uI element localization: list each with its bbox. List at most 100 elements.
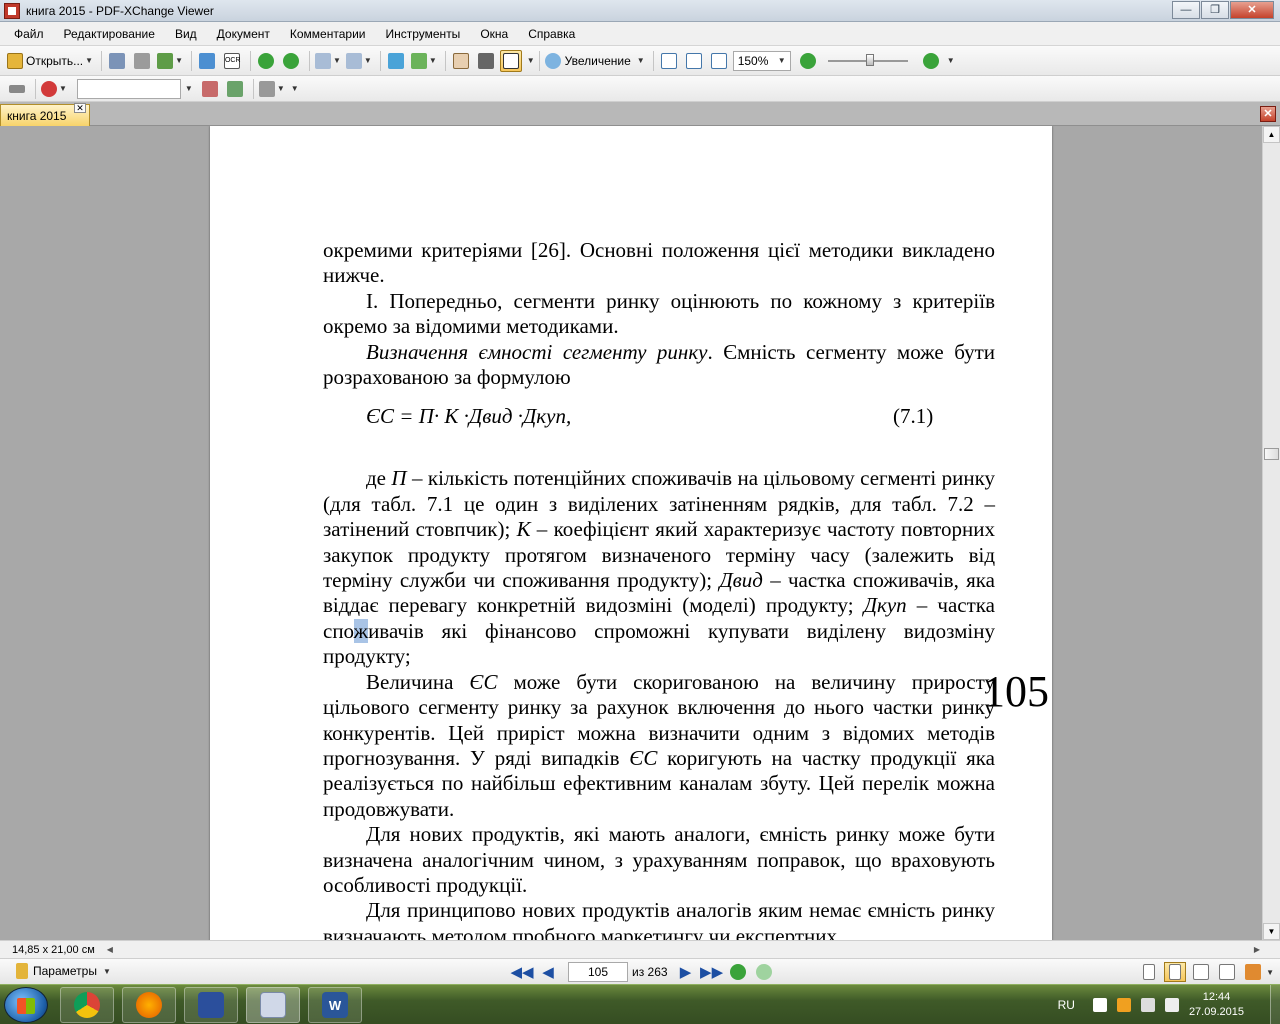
clock[interactable]: 12:44 27.09.2015 xyxy=(1189,990,1244,1020)
chevron-down-icon[interactable]: ▼ xyxy=(291,84,299,93)
zoom-slider[interactable] xyxy=(827,53,908,66)
next-page-button[interactable]: ▶ xyxy=(676,962,696,982)
taskbar-pdf-xchange[interactable] xyxy=(246,987,300,1023)
toolbar-separator xyxy=(379,50,381,71)
page-layout-button[interactable]: ▼ xyxy=(410,50,438,72)
find-next-button[interactable] xyxy=(224,78,246,100)
zoom-slider-thumb[interactable] xyxy=(865,53,874,66)
scroll-up-icon[interactable]: ▲ xyxy=(1263,126,1280,143)
warning-icon[interactable] xyxy=(1116,998,1131,1012)
fit-width-button[interactable] xyxy=(708,50,730,72)
comments-button[interactable] xyxy=(1242,962,1264,982)
pages-icon xyxy=(410,52,427,69)
document-info-icon xyxy=(198,52,215,69)
zoom-in-button[interactable] xyxy=(920,50,942,72)
minimize-button[interactable]: — xyxy=(1172,1,1200,19)
undo-button[interactable]: ▼ xyxy=(314,50,342,72)
forward-button[interactable] xyxy=(280,50,302,72)
maximize-button[interactable]: ❐ xyxy=(1201,1,1229,19)
scroll-left-icon[interactable]: ◀ xyxy=(107,945,113,954)
chevron-down-icon[interactable]: ▼ xyxy=(185,84,193,93)
scrollbar-thumb[interactable] xyxy=(1264,448,1279,460)
menu-file[interactable]: Файл xyxy=(4,27,54,41)
save-button[interactable] xyxy=(106,50,128,72)
rotate-view-button[interactable] xyxy=(385,50,407,72)
show-desktop-button[interactable] xyxy=(1270,985,1280,1024)
previous-view-button[interactable] xyxy=(728,962,748,982)
redo-button[interactable]: ▼ xyxy=(345,50,373,72)
document-properties-button[interactable] xyxy=(196,50,218,72)
back-button[interactable] xyxy=(255,50,277,72)
menu-windows[interactable]: Окна xyxy=(470,27,518,41)
network-icon[interactable] xyxy=(1140,998,1155,1012)
print-button[interactable] xyxy=(131,50,153,72)
ocr-button[interactable]: OCR xyxy=(221,50,243,72)
redo-icon xyxy=(345,52,362,69)
current-page-input[interactable]: 105 xyxy=(568,962,628,982)
chevron-down-icon: ▼ xyxy=(332,56,341,65)
window-controls: — ❐ ✕ xyxy=(1171,1,1274,19)
chevron-down-icon[interactable]: ▼ xyxy=(947,56,955,65)
scroll-down-icon[interactable]: ▼ xyxy=(1263,923,1280,940)
next-view-button[interactable] xyxy=(754,962,774,982)
search-options-button[interactable]: ▼ xyxy=(258,78,286,100)
chevron-down-icon: ▼ xyxy=(777,56,786,65)
first-page-button[interactable]: ◀◀ xyxy=(510,962,533,982)
menu-bar: Файл Редактирование Вид Документ Коммент… xyxy=(0,22,1280,46)
last-page-icon: ▶▶ xyxy=(700,964,724,981)
export-button[interactable]: ▼ xyxy=(156,50,184,72)
text-selection-highlight[interactable]: ж xyxy=(353,618,369,643)
continuous-facing-view-button[interactable] xyxy=(1216,962,1238,982)
page-text: окремими критеріями [26]. Основні положе… xyxy=(323,238,995,940)
pdf-xchange-app-icon[interactable] xyxy=(4,2,20,19)
zoom-out-button[interactable] xyxy=(797,50,819,72)
find-button[interactable]: ▼ xyxy=(40,78,68,100)
links-button[interactable] xyxy=(6,78,28,100)
search-options-icon xyxy=(258,80,275,97)
fit-page-button[interactable] xyxy=(683,50,705,72)
language-indicator[interactable]: RU xyxy=(1058,998,1075,1012)
search-input[interactable] xyxy=(76,78,181,99)
menu-help[interactable]: Справка xyxy=(518,27,585,41)
menu-document[interactable]: Документ xyxy=(207,27,280,41)
word-icon: W xyxy=(322,992,348,1018)
select-text-tool-button[interactable] xyxy=(499,49,522,72)
taskbar-firefox[interactable] xyxy=(122,987,176,1023)
previous-page-button[interactable]: ◀ xyxy=(538,962,558,982)
start-button[interactable] xyxy=(4,987,48,1023)
find-previous-button[interactable] xyxy=(199,78,221,100)
open-button[interactable]: Открыть... ▼ xyxy=(6,50,94,72)
snapshot-tool-button[interactable] xyxy=(475,50,497,72)
speaker-icon[interactable] xyxy=(1164,998,1179,1012)
taskbar-chrome[interactable] xyxy=(60,987,114,1023)
menu-edit[interactable]: Редактирование xyxy=(54,27,165,41)
chevron-down-icon[interactable]: ▼ xyxy=(1266,968,1274,982)
menu-comments[interactable]: Комментарии xyxy=(280,27,376,41)
menu-tools[interactable]: Инструменты xyxy=(375,27,470,41)
close-document-icon[interactable]: ✕ xyxy=(1260,106,1276,122)
hand-tool-button[interactable] xyxy=(450,50,472,72)
actual-size-button[interactable] xyxy=(658,50,680,72)
zoom-tool-button[interactable]: Увеличение ▼ xyxy=(544,50,646,72)
single-page-view-button[interactable] xyxy=(1138,962,1160,982)
taskbar-word[interactable]: W xyxy=(308,987,362,1023)
taskbar-save-tool[interactable] xyxy=(184,987,238,1023)
close-window-button[interactable]: ✕ xyxy=(1230,1,1274,19)
menu-view[interactable]: Вид xyxy=(165,27,207,41)
document-viewport[interactable]: окремими критеріями [26]. Основні положе… xyxy=(0,126,1262,940)
chevron-down-icon[interactable]: ▼ xyxy=(527,56,535,65)
continuous-view-button[interactable] xyxy=(1164,962,1187,982)
zoom-level-value: 150% xyxy=(737,53,769,68)
flag-icon[interactable] xyxy=(1092,998,1107,1012)
parameters-label: Параметры xyxy=(33,964,97,978)
scroll-right-icon[interactable]: ▶ xyxy=(1254,945,1260,954)
parameters-button[interactable]: Параметры ▼ xyxy=(16,963,111,979)
arrow-left-circle-icon xyxy=(257,52,274,69)
last-page-button[interactable]: ▶▶ xyxy=(700,962,724,982)
tab-close-icon[interactable]: ✕ xyxy=(74,103,86,113)
glasses-icon xyxy=(9,84,25,93)
zoom-level-select[interactable]: 150% ▼ xyxy=(732,50,791,71)
facing-view-button[interactable] xyxy=(1190,962,1212,982)
pdf-page[interactable]: окремими критеріями [26]. Основні положе… xyxy=(210,126,1052,940)
vertical-scrollbar[interactable]: ▲ ▼ xyxy=(1262,126,1280,940)
